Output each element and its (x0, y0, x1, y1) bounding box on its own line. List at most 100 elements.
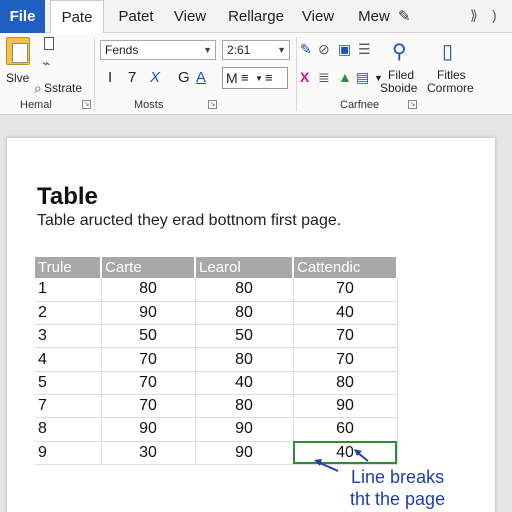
table-cell[interactable]: 5 (35, 371, 102, 395)
copy-icon[interactable] (44, 37, 54, 50)
strikethrough-button[interactable]: X (150, 69, 160, 86)
clipboard-launcher-icon[interactable]: ↘ (82, 100, 91, 109)
format-painter-icon[interactable]: ⌁ (42, 55, 50, 72)
sstrate-button[interactable]: Sstrate (44, 81, 82, 95)
group-label-clipboard: Hemal (20, 99, 52, 111)
column-header[interactable]: Cattendic (293, 257, 398, 278)
tab-rellarge[interactable]: Rellarge (222, 0, 290, 33)
table-cell[interactable]: 3 (35, 324, 102, 349)
align-left-icon: M (226, 70, 238, 86)
clear-format-icon[interactable]: X (300, 69, 309, 85)
column-header[interactable]: Learol (195, 257, 294, 278)
document-title: Table (37, 183, 98, 210)
pencil-icon[interactable]: ✎ (300, 41, 312, 58)
ribbon-tab-bar: File Pate Patet View Rellarge View Mew ✎… (0, 0, 512, 34)
arrow-head (314, 459, 322, 466)
table-cell[interactable]: 8 (35, 417, 102, 442)
annotation-note: Line breaks tht the page (350, 466, 445, 510)
column-header[interactable]: Carte (101, 257, 196, 278)
editing-launcher-icon[interactable]: ↘ (408, 100, 417, 109)
save-button[interactable]: Slve (6, 71, 29, 85)
column-header[interactable]: Trule (35, 257, 102, 278)
group-divider (296, 37, 297, 111)
document-subtitle: Table aructed they erad bottnom first pa… (37, 212, 342, 229)
table-row: 8 90 90 60 (35, 417, 398, 442)
table-row: 3 50 50 70 (35, 324, 398, 349)
signal-icon[interactable]: ⟫ (470, 7, 478, 24)
table-cell[interactable]: 50 (195, 324, 294, 349)
table-cell[interactable]: 90 (101, 301, 196, 326)
pen-icon[interactable]: ✎ (398, 7, 411, 25)
table-cell[interactable]: 50 (101, 324, 196, 349)
table-cell[interactable]: 70 (101, 371, 196, 395)
cormore-button[interactable]: Cormore (427, 81, 474, 95)
table-cell[interactable]: 80 (195, 394, 294, 419)
font-size-select[interactable]: 2:61 ▼ (222, 40, 290, 60)
tab-view[interactable]: View (166, 0, 214, 33)
tab-patet[interactable]: Patet (110, 0, 162, 33)
table-cell[interactable]: 4 (35, 347, 102, 372)
paragraph-icon[interactable]: ≣ (318, 69, 330, 86)
table-cell[interactable]: 9 (35, 441, 102, 465)
table-cell[interactable]: 80 (195, 347, 294, 372)
table-cell[interactable]: 80 (101, 278, 196, 302)
clipboard-icon[interactable]: ⌕ (34, 80, 42, 97)
table-row: 5 70 40 80 (35, 371, 398, 395)
font-name-value: Fends (105, 43, 139, 57)
annotation-line-2: tht the page (350, 489, 446, 509)
table-row: 1 80 80 70 (35, 278, 398, 302)
alignment-control[interactable]: M ≡ ▼ ≡ (222, 67, 288, 89)
table-cell[interactable]: 80 (195, 301, 294, 326)
data-table: Trule Carte Learol Cattendic 1 80 80 70 … (35, 257, 398, 465)
table-cell[interactable]: 90 (293, 394, 398, 419)
fitles-button[interactable]: Fitles (437, 68, 466, 82)
shading-icon[interactable]: ▤ (356, 69, 369, 86)
link-icon[interactable]: ⊘ (318, 41, 330, 58)
find-icon[interactable]: ⚲ (392, 39, 407, 64)
font-name-select[interactable]: Fends ▼ (100, 40, 216, 60)
table-cell[interactable]: 2 (35, 301, 102, 326)
font-size-value: 2:61 (227, 43, 251, 57)
table-cell[interactable]: 40 (195, 371, 294, 395)
sound-icon[interactable]: ) (492, 7, 497, 23)
font-launcher-icon[interactable]: ↘ (208, 100, 217, 109)
highlight-icon[interactable]: ▲ (338, 69, 352, 85)
group-divider (94, 37, 95, 111)
table-cell[interactable]: 80 (195, 278, 294, 302)
table-cell[interactable]: 70 (293, 347, 398, 372)
table-cell[interactable]: 70 (101, 347, 196, 372)
table-cell[interactable]: 7 (35, 394, 102, 419)
table-cell[interactable]: 60 (293, 417, 398, 442)
table-row: 4 70 80 70 (35, 347, 398, 372)
filed-button[interactable]: Filed (388, 68, 414, 82)
picture-icon[interactable]: ▣ (338, 41, 351, 58)
paste-icon[interactable] (6, 37, 30, 65)
tab-view-2[interactable]: View (296, 0, 340, 33)
document-icon[interactable]: ▯ (442, 39, 453, 64)
table-cell[interactable]: 70 (293, 324, 398, 349)
sboide-button[interactable]: Sboide (380, 81, 417, 95)
table-cell[interactable]: 70 (293, 278, 398, 302)
italic-button[interactable]: 7 (128, 69, 136, 86)
annotation-line-1: Line breaks (351, 467, 445, 487)
table-cell[interactable]: 80 (293, 371, 398, 395)
chevron-down-icon: ▼ (203, 45, 212, 55)
table-cell[interactable]: 90 (195, 441, 294, 465)
group-label-editing: Carfnee (340, 99, 380, 111)
tab-pate[interactable]: Pate (50, 0, 104, 34)
tab-file[interactable]: File (0, 0, 45, 33)
table-cell[interactable]: 30 (101, 441, 196, 465)
table-cell[interactable]: 1 (35, 278, 102, 302)
list-icon[interactable]: ☰ (358, 41, 371, 58)
table-cell[interactable]: 40 (293, 301, 398, 326)
font-color-button[interactable]: A (196, 69, 206, 86)
align-center-icon: ≡ (241, 70, 249, 85)
grow-font-button[interactable]: G (178, 69, 190, 86)
bold-button[interactable]: I (108, 69, 112, 86)
table-row: 7 70 80 90 (35, 394, 398, 419)
table-cell[interactable]: 70 (101, 394, 196, 419)
arrow-line (319, 462, 339, 472)
table-cell[interactable]: 90 (195, 417, 294, 442)
tab-mew[interactable]: Mew (352, 0, 396, 33)
table-cell[interactable]: 90 (101, 417, 196, 442)
